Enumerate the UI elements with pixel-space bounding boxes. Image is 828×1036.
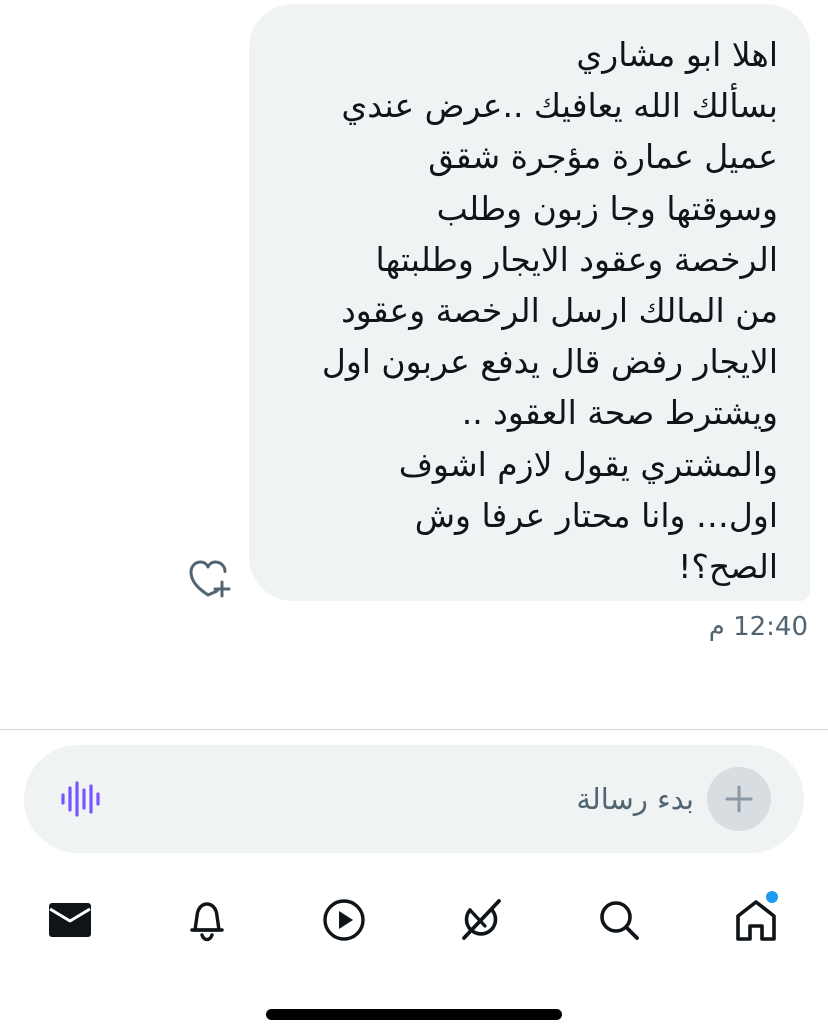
react-button[interactable] <box>186 557 232 599</box>
home-indicator[interactable] <box>266 1009 562 1020</box>
message-timestamp: 12:40 م <box>708 612 808 642</box>
envelope-icon <box>49 903 91 937</box>
message-bubble[interactable]: اهلا ابو مشاري بسألك الله يعافيك ..عرض ع… <box>249 4 810 601</box>
message-input[interactable] <box>134 769 694 829</box>
tab-notifications[interactable] <box>177 890 237 950</box>
add-media-button[interactable] <box>707 767 771 831</box>
home-icon <box>736 900 776 941</box>
message-text: اهلا ابو مشاري بسألك الله يعافيك ..عرض ع… <box>321 35 778 587</box>
bottom-tab-bar <box>0 880 828 960</box>
bell-icon <box>190 902 224 942</box>
grok-icon <box>462 899 501 940</box>
play-icon <box>323 899 365 941</box>
heart-plus-icon <box>189 560 231 598</box>
tab-search[interactable] <box>589 890 649 950</box>
search-icon <box>600 901 639 940</box>
plus-icon <box>725 785 753 813</box>
home-notification-dot <box>766 891 778 903</box>
composer-divider <box>0 729 828 730</box>
message-composer <box>24 745 804 853</box>
voice-message-button[interactable] <box>58 775 102 823</box>
tab-home[interactable] <box>726 890 786 950</box>
tab-grok[interactable] <box>451 890 511 950</box>
dm-conversation-screen: اهلا ابو مشاري بسألك الله يعافيك ..عرض ع… <box>0 0 828 1036</box>
tab-video[interactable] <box>314 890 374 950</box>
audio-waveform-icon <box>61 781 100 817</box>
tab-messages[interactable] <box>40 890 100 950</box>
